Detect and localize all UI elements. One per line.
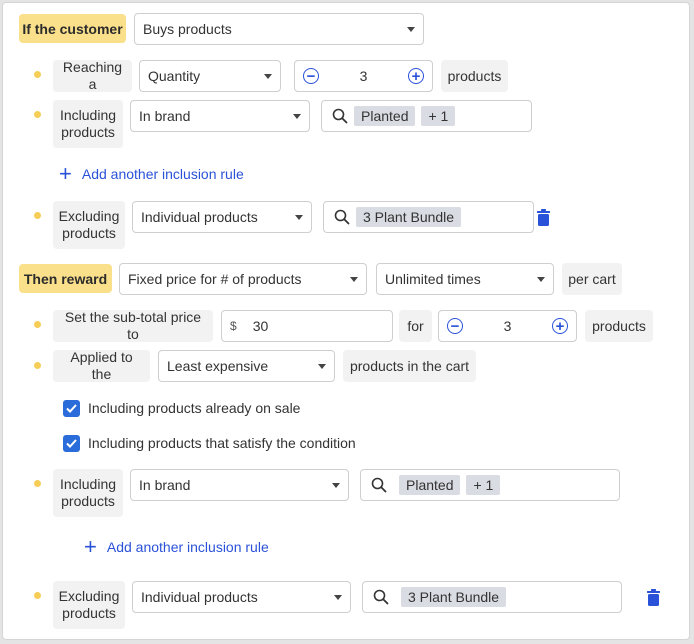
including-select[interactable]: In brand [130, 100, 310, 132]
delete-exclusion-button[interactable] [535, 207, 551, 227]
trash-icon [646, 588, 660, 606]
currency-symbol: $ [230, 319, 237, 333]
condition-label: If the customer [19, 14, 126, 43]
subtotal-suffix: products [585, 310, 653, 342]
add-inclusion-rule-label: Add another inclusion rule [81, 166, 244, 182]
for-label: for [399, 310, 432, 342]
excluding-search-input[interactable]: 3 Plant Bundle [323, 201, 534, 233]
search-icon [334, 209, 350, 225]
plus-icon[interactable]: + [551, 318, 568, 334]
reaching-select-value: Quantity [148, 68, 201, 84]
excluding-label: Excluding products [53, 201, 125, 249]
checkbox-row-satisfy-condition[interactable]: Including products that satisfy the cond… [63, 433, 356, 453]
reward-including-label: Including products [53, 469, 123, 517]
checkmark-icon [66, 438, 77, 448]
reward-quantity-value[interactable]: 3 [504, 318, 512, 334]
chevron-down-icon [295, 214, 303, 220]
checkmark-icon [66, 403, 77, 413]
excluding-select-value: Individual products [141, 209, 258, 225]
excluding-select[interactable]: Individual products [132, 201, 312, 233]
minus-icon[interactable]: − [303, 68, 319, 84]
reward-excluding-search-input[interactable]: 3 Plant Bundle [362, 581, 622, 613]
including-search-input[interactable]: Planted + 1 [321, 100, 532, 132]
chevron-down-icon [407, 26, 415, 32]
including-label: Including products [53, 100, 123, 148]
per-cart-label: per cart [562, 263, 622, 295]
trash-icon [536, 208, 550, 226]
including-select-value: In brand [139, 108, 191, 124]
chevron-down-icon [293, 113, 301, 119]
reaching-quantity-stepper[interactable]: − 3 + [294, 60, 433, 92]
reward-type-select[interactable]: Fixed price for # of products [119, 263, 367, 295]
frequency-value: Unlimited times [385, 271, 481, 287]
reward-add-inclusion-rule-link[interactable]: + Add another inclusion rule [84, 536, 269, 558]
chevron-down-icon [334, 594, 342, 600]
plus-icon: + [59, 161, 72, 186]
chevron-down-icon [264, 73, 272, 79]
bullet-subtotal [34, 321, 41, 328]
search-icon [332, 108, 348, 124]
satisfy-condition-checkbox[interactable] [63, 434, 80, 452]
product-tag[interactable]: 3 Plant Bundle [401, 587, 507, 607]
product-tag[interactable]: 3 Plant Bundle [356, 207, 462, 227]
brand-tag[interactable]: Planted [399, 475, 461, 495]
reward-delete-exclusion-button[interactable] [645, 587, 661, 607]
bullet-applied [34, 362, 41, 369]
reward-excluding-label: Excluding products [53, 581, 125, 629]
satisfy-condition-label: Including products that satisfy the cond… [88, 435, 356, 451]
applied-suffix: products in the cart [343, 350, 476, 382]
search-icon [371, 477, 387, 493]
subtotal-price-input[interactable]: $ 30 [221, 310, 393, 342]
bullet-reward-excluding [34, 592, 41, 599]
chevron-down-icon [332, 482, 340, 488]
trigger-select[interactable]: Buys products [134, 13, 424, 45]
plus-icon[interactable]: + [407, 68, 424, 84]
trigger-select-value: Buys products [143, 21, 232, 37]
reward-type-value: Fixed price for # of products [128, 271, 302, 287]
frequency-select[interactable]: Unlimited times [376, 263, 554, 295]
reward-including-search-input[interactable]: Planted + 1 [360, 469, 620, 501]
subtotal-price-value[interactable]: 30 [253, 318, 269, 334]
checkbox-row-on-sale[interactable]: Including products already on sale [63, 398, 300, 418]
on-sale-label: Including products already on sale [88, 400, 301, 416]
bullet-reaching [34, 71, 41, 78]
reward-excluding-select[interactable]: Individual products [132, 581, 351, 613]
bullet-including [34, 111, 41, 118]
chevron-down-icon [318, 363, 326, 369]
chevron-down-icon [350, 276, 358, 282]
on-sale-checkbox[interactable] [63, 399, 80, 417]
reaching-label: Reaching a [53, 59, 132, 92]
reaching-quantity-value[interactable]: 3 [360, 68, 368, 84]
add-inclusion-rule-link[interactable]: + Add another inclusion rule [59, 163, 244, 185]
brand-tag[interactable]: Planted [354, 106, 416, 126]
bullet-reward-including [34, 480, 41, 487]
more-tag[interactable]: + 1 [466, 475, 501, 495]
minus-icon[interactable]: − [447, 318, 463, 334]
applied-select[interactable]: Least expensive [158, 350, 335, 382]
reward-quantity-stepper[interactable]: − 3 + [438, 310, 577, 342]
plus-icon: + [84, 534, 97, 559]
chevron-down-icon [537, 276, 545, 282]
reward-including-select-value: In brand [139, 477, 191, 493]
more-tag[interactable]: + 1 [421, 106, 456, 126]
reaching-suffix: products [441, 60, 508, 92]
reaching-select[interactable]: Quantity [139, 60, 281, 92]
applied-select-value: Least expensive [167, 358, 269, 374]
reward-excluding-select-value: Individual products [141, 589, 258, 605]
subtotal-label: Set the sub-total price to [53, 309, 213, 342]
reward-add-inclusion-rule-label: Add another inclusion rule [106, 539, 269, 555]
reward-including-select[interactable]: In brand [130, 469, 349, 501]
bullet-excluding [34, 212, 41, 219]
reward-label: Then reward [19, 264, 112, 293]
applied-label: Applied to the [53, 349, 150, 382]
search-icon [373, 589, 389, 605]
